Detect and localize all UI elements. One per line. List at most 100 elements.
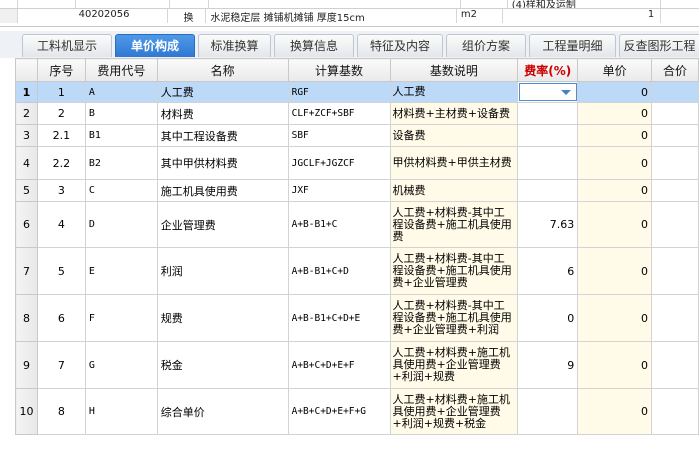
- cell-name[interactable]: 人工费: [156, 81, 289, 103]
- cell-seq[interactable]: 2.2: [36, 146, 86, 180]
- cell-price[interactable]: 0: [577, 341, 653, 389]
- cell-code[interactable]: D: [84, 201, 158, 248]
- cell-code[interactable]: B2: [84, 146, 158, 180]
- col-header-seq[interactable]: 序号: [36, 58, 86, 82]
- cell-name[interactable]: 材料费: [156, 102, 289, 125]
- col-header-total[interactable]: 合价: [651, 58, 699, 82]
- cell-name[interactable]: 其中工程设备费: [156, 124, 289, 147]
- cell-base[interactable]: A+B-B1+C: [287, 201, 391, 248]
- cell-total[interactable]: [651, 102, 699, 125]
- tab-quantity-details[interactable]: 工程量明细: [529, 34, 616, 57]
- cell-code[interactable]: F: [84, 294, 158, 342]
- cell-rate[interactable]: [517, 124, 579, 147]
- cell-base[interactable]: A+B+C+D+E+F+G: [287, 388, 391, 435]
- cell-name[interactable]: 其中甲供材料费: [156, 146, 289, 180]
- cell-desc[interactable]: 人工费+材料费-其中工程设备费+施工机具使用费+企业管理费+利润: [389, 294, 519, 342]
- row-number[interactable]: 8: [15, 294, 38, 342]
- cell-price[interactable]: 0: [577, 81, 653, 103]
- cell-rate-editor[interactable]: [517, 81, 579, 103]
- row-number[interactable]: 7: [15, 247, 38, 295]
- table-row[interactable]: 5 3 C 施工机具使用费 JXF 机械费 0: [15, 179, 699, 202]
- cell-price[interactable]: 0: [577, 146, 653, 180]
- cell-total[interactable]: [651, 341, 699, 389]
- table-row[interactable]: 9 7 G 税金 A+B+C+D+E+F 人工费+材料费+施工机具使用费+企业管…: [15, 341, 699, 389]
- cell-desc[interactable]: 人工费+材料费+施工机具使用费+企业管理费+利润+规费+税金: [389, 388, 519, 435]
- cell-base[interactable]: RGF: [287, 81, 391, 103]
- cell-price[interactable]: 0: [577, 388, 653, 435]
- cell-rate[interactable]: [517, 102, 579, 125]
- col-header-name[interactable]: 名称: [156, 58, 289, 82]
- col-header-desc[interactable]: 基数说明: [389, 58, 519, 82]
- cell-seq[interactable]: 1: [36, 81, 86, 103]
- cell-total[interactable]: [651, 146, 699, 180]
- cell-total[interactable]: [651, 81, 699, 103]
- cell-base[interactable]: JGCLF+JGZCF: [287, 146, 391, 180]
- tab-unit-price-composition[interactable]: 单价构成: [115, 34, 195, 57]
- cell-name[interactable]: 施工机具使用费: [156, 179, 289, 202]
- cell-seq[interactable]: 7: [36, 341, 86, 389]
- upper-list-row[interactable]: 40202056 换 水泥稳定层 摊铺机摊铺 厚度15cm m2 1: [0, 8, 699, 23]
- cell-desc[interactable]: 人工费+材料费+施工机具使用费+企业管理费+利润+规费: [389, 341, 519, 389]
- cell-seq[interactable]: 4: [36, 201, 86, 248]
- table-row[interactable]: 7 5 E 利润 A+B-B1+C+D 人工费+材料费-其中工程设备费+施工机具…: [15, 247, 699, 295]
- rate-dropdown[interactable]: [518, 83, 577, 101]
- cell-code[interactable]: H: [84, 388, 158, 435]
- cell-rate[interactable]: [517, 179, 579, 202]
- cell-name[interactable]: 税金: [156, 341, 289, 389]
- cell-seq[interactable]: 2: [36, 102, 86, 125]
- cell-price[interactable]: 0: [577, 102, 653, 125]
- cell-rate[interactable]: [517, 146, 579, 180]
- cell-total[interactable]: [651, 388, 699, 435]
- cell-base[interactable]: A+B+C+D+E+F: [287, 341, 391, 389]
- col-header-base[interactable]: 计算基数: [287, 58, 391, 82]
- cell-code[interactable]: B: [84, 102, 158, 125]
- cell-price[interactable]: 0: [577, 179, 653, 202]
- cell-price[interactable]: 0: [577, 124, 653, 147]
- cell-name[interactable]: 规费: [156, 294, 289, 342]
- cell-desc[interactable]: 甲供材料费+甲供主材费: [389, 146, 519, 180]
- chevron-down-icon[interactable]: [560, 90, 571, 95]
- cell-rate[interactable]: 0: [517, 294, 579, 342]
- cell-total[interactable]: [651, 247, 699, 295]
- cell-seq[interactable]: 6: [36, 294, 86, 342]
- cell-total[interactable]: [651, 124, 699, 147]
- cell-seq[interactable]: 2.1: [36, 124, 86, 147]
- cell-price[interactable]: 0: [577, 294, 653, 342]
- table-row[interactable]: 8 6 F 规费 A+B-B1+C+D+E 人工费+材料费-其中工程设备费+施工…: [15, 294, 699, 342]
- row-number[interactable]: 4: [15, 146, 38, 180]
- cell-code[interactable]: G: [84, 341, 158, 389]
- table-row[interactable]: 6 4 D 企业管理费 A+B-B1+C 人工费+材料费-其中工程设备费+施工机…: [15, 201, 699, 248]
- table-row[interactable]: 2 2 B 材料费 CLF+ZCF+SBF 材料费+主材费+设备费 0: [15, 102, 699, 125]
- cell-seq[interactable]: 3: [36, 179, 86, 202]
- cell-rate[interactable]: [517, 388, 579, 435]
- row-number[interactable]: 2: [15, 102, 38, 125]
- cell-desc[interactable]: 人工费+材料费-其中工程设备费+施工机具使用费: [389, 201, 519, 248]
- cell-code[interactable]: C: [84, 179, 158, 202]
- cell-base[interactable]: A+B-B1+C+D: [287, 247, 391, 295]
- cell-seq[interactable]: 5: [36, 247, 86, 295]
- cell-seq[interactable]: 8: [36, 388, 86, 435]
- cell-name[interactable]: 利润: [156, 247, 289, 295]
- cell-rate[interactable]: 6: [517, 247, 579, 295]
- cell-code[interactable]: E: [84, 247, 158, 295]
- cell-price[interactable]: 0: [577, 247, 653, 295]
- tab-reverse-lookup-graphic[interactable]: 反查图形工程: [619, 34, 699, 57]
- table-row[interactable]: 3 2.1 B1 其中工程设备费 SBF 设备费 0: [15, 124, 699, 147]
- tab-standard-conversion[interactable]: 标准换算: [198, 34, 271, 57]
- cell-code[interactable]: B1: [84, 124, 158, 147]
- cell-price[interactable]: 0: [577, 201, 653, 248]
- row-number[interactable]: 9: [15, 341, 38, 389]
- cell-total[interactable]: [651, 201, 699, 248]
- cell-rate[interactable]: 7.63: [517, 201, 579, 248]
- col-header-rate[interactable]: 费率(%): [517, 58, 579, 82]
- col-header-code[interactable]: 费用代号: [84, 58, 158, 82]
- cell-base[interactable]: A+B-B1+C+D+E: [287, 294, 391, 342]
- upper-list-row[interactable]: (4)样和及运制: [0, 0, 699, 8]
- cell-total[interactable]: [651, 179, 699, 202]
- tab-conversion-info[interactable]: 换算信息: [274, 34, 354, 57]
- tab-features-content[interactable]: 特征及内容: [357, 34, 443, 57]
- cell-name[interactable]: 企业管理费: [156, 201, 289, 248]
- cell-base[interactable]: JXF: [287, 179, 391, 202]
- cell-desc[interactable]: 机械费: [389, 179, 519, 202]
- table-row[interactable]: 4 2.2 B2 其中甲供材料费 JGCLF+JGZCF 甲供材料费+甲供主材费…: [15, 146, 699, 180]
